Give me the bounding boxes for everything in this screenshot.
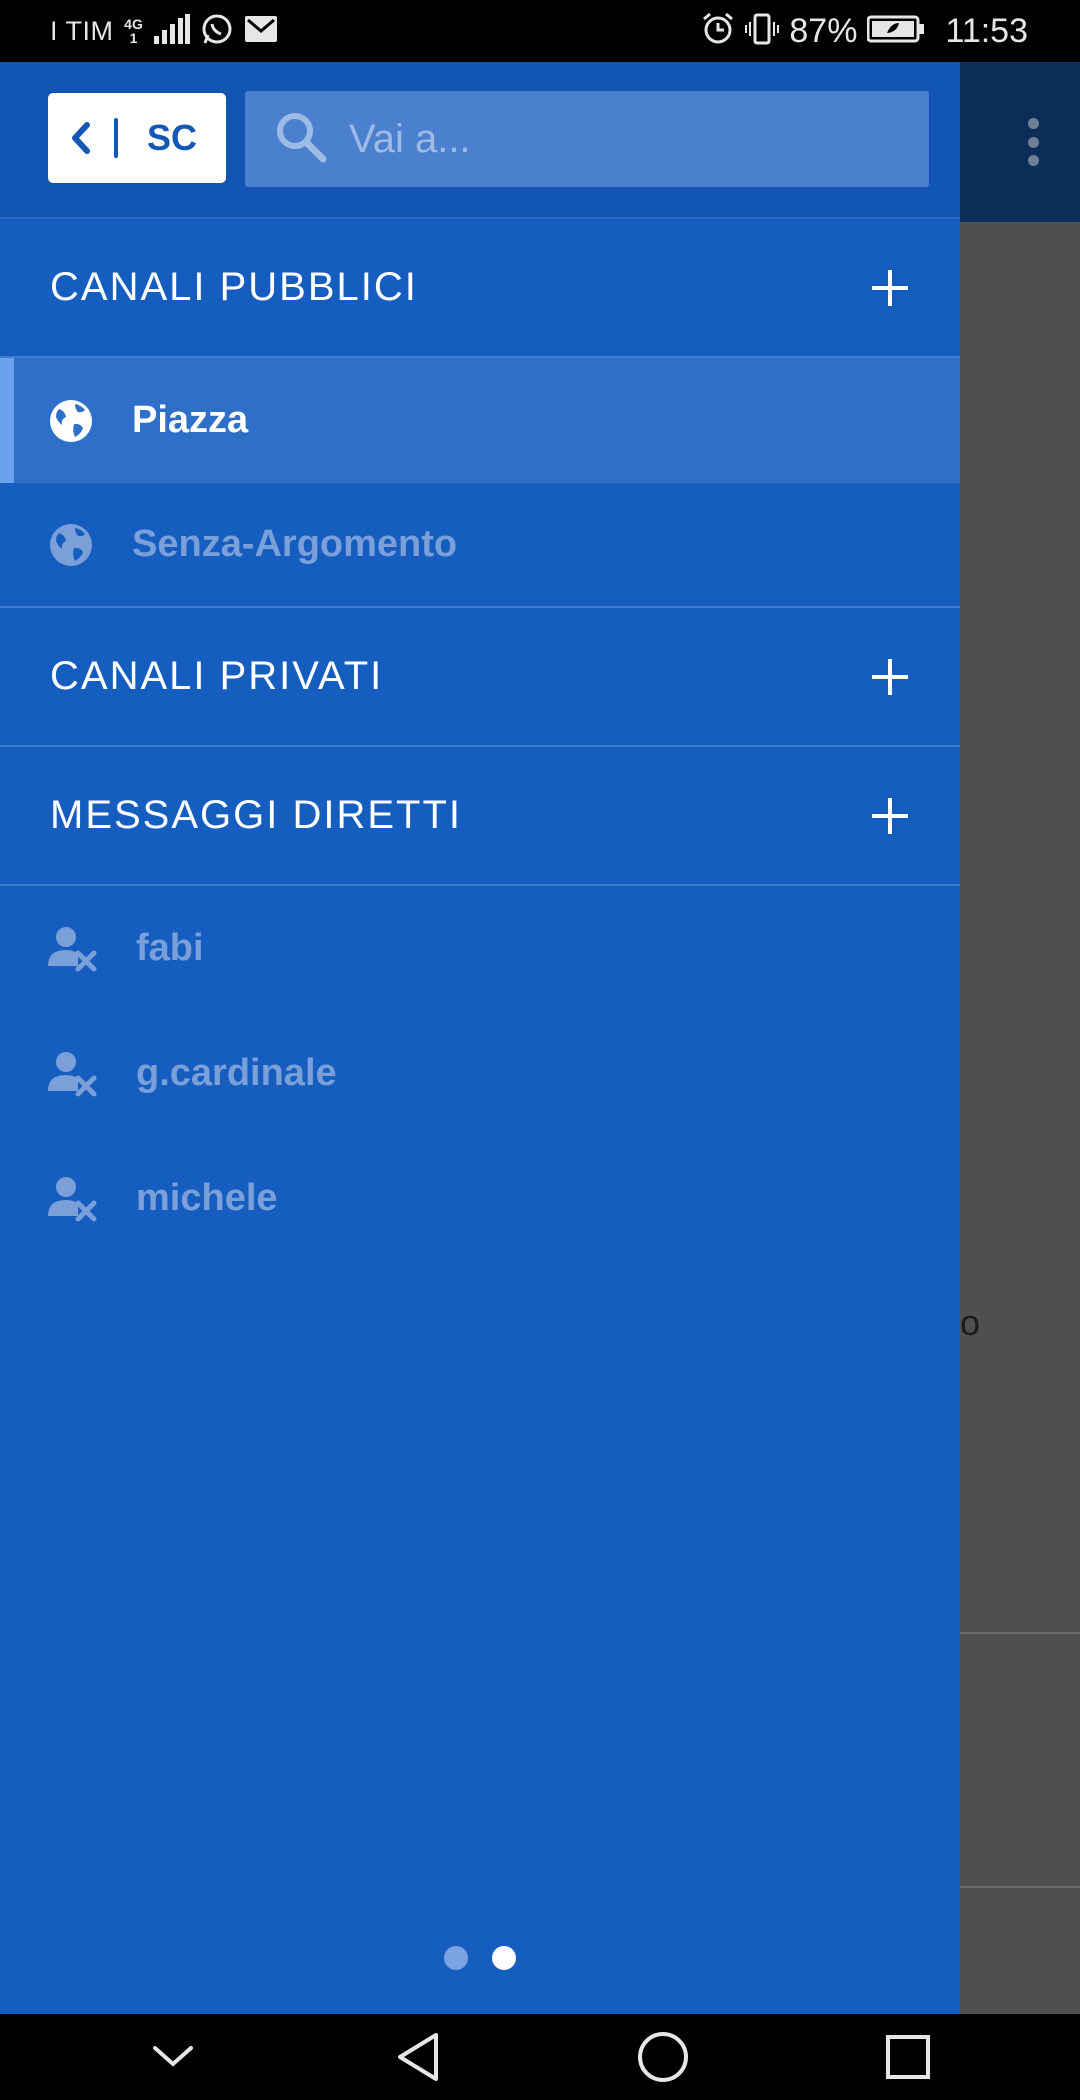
- home-circle-icon: [637, 2032, 688, 2082]
- nav-back-button[interactable]: [373, 2022, 463, 2092]
- user-offline-icon: [48, 926, 98, 972]
- plus-icon[interactable]: [870, 796, 910, 836]
- server-initials: SC: [146, 117, 197, 158]
- page-dot-2[interactable]: [492, 1946, 516, 1970]
- background-divider: [960, 1886, 1080, 1888]
- battery-percent: 87%: [789, 11, 858, 50]
- search-input[interactable]: [349, 91, 929, 187]
- page-indicator: [0, 1946, 960, 1970]
- carrier-label: I TIM: [50, 15, 114, 46]
- user-offline-icon: [48, 1176, 98, 1222]
- channel-name: Piazza: [132, 399, 249, 441]
- whatsapp-icon: [200, 12, 234, 51]
- background-peek-text: o: [960, 1302, 981, 1343]
- nav-hide-button[interactable]: [128, 2022, 218, 2092]
- gmail-icon: [244, 15, 278, 48]
- overflow-menu-icon[interactable]: [1026, 118, 1040, 166]
- status-bar: I TIM 4G 1 87% 11:53: [0, 0, 1080, 62]
- dm-name: fabi: [136, 927, 204, 969]
- status-left: I TIM 4G 1: [50, 12, 278, 51]
- page-dot-1[interactable]: [444, 1946, 468, 1970]
- chevron-down-icon: [152, 2046, 193, 2067]
- channel-item-piazza[interactable]: Piazza: [0, 358, 960, 483]
- dm-item-michele[interactable]: michele: [0, 1136, 960, 1261]
- section-title: MESSAGGI DIRETTI: [50, 793, 463, 837]
- status-right: 87% 11:53: [701, 12, 1028, 51]
- nav-home-button[interactable]: [618, 2022, 708, 2092]
- clock: 11:53: [945, 11, 1028, 50]
- globe-icon: [48, 522, 94, 568]
- section-public-channels: CANALI PUBBLICI: [0, 219, 960, 358]
- alarm-icon: [701, 12, 735, 51]
- plus-icon[interactable]: [870, 657, 910, 697]
- channel-name: Senza-Argomento: [132, 523, 458, 565]
- search-box[interactable]: [245, 91, 929, 187]
- section-direct-messages: MESSAGGI DIRETTI: [0, 747, 960, 886]
- vibrate-icon: [745, 12, 780, 51]
- dm-name: g.cardinale: [136, 1052, 337, 1094]
- dm-item-g-cardinale[interactable]: g.cardinale: [0, 1011, 960, 1136]
- drawer-header: SC: [0, 62, 960, 219]
- search-icon: [273, 109, 329, 170]
- public-channel-list: Piazza Senza-Argomento: [0, 358, 960, 608]
- section-title: CANALI PUBBLICI: [50, 265, 418, 309]
- channel-item-senza-argomento[interactable]: Senza-Argomento: [0, 483, 960, 608]
- back-triangle-icon: [397, 2033, 438, 2081]
- recents-square-icon: [885, 2035, 930, 2079]
- section-private-channels: CANALI PRIVATI: [0, 608, 960, 747]
- network-type: 4G 1: [124, 17, 144, 45]
- chevron-left-icon: [48, 121, 114, 155]
- network-type-bottom: 1: [129, 30, 138, 46]
- plus-icon[interactable]: [870, 268, 910, 308]
- system-navigation-bar: [0, 2014, 1080, 2100]
- globe-icon: [48, 398, 94, 444]
- signal-icon: [153, 13, 190, 49]
- back-to-server-button[interactable]: SC: [48, 93, 226, 183]
- section-title: CANALI PRIVATI: [50, 654, 384, 698]
- screen: I TIM 4G 1 87% 11:53 o SC Vai a... CANAL…: [0, 0, 1080, 2100]
- nav-recents-button[interactable]: [863, 2022, 953, 2092]
- user-offline-icon: [48, 1051, 98, 1097]
- dm-item-fabi[interactable]: fabi: [0, 886, 960, 1011]
- active-indicator: [0, 358, 14, 483]
- background-divider: [960, 1632, 1080, 1634]
- battery-icon: [866, 15, 925, 48]
- direct-message-list: fabi g.cardinale michele: [0, 886, 960, 1261]
- navigation-drawer: SC CANALI PUBBLICI: [0, 62, 960, 2014]
- dm-name: michele: [136, 1177, 278, 1219]
